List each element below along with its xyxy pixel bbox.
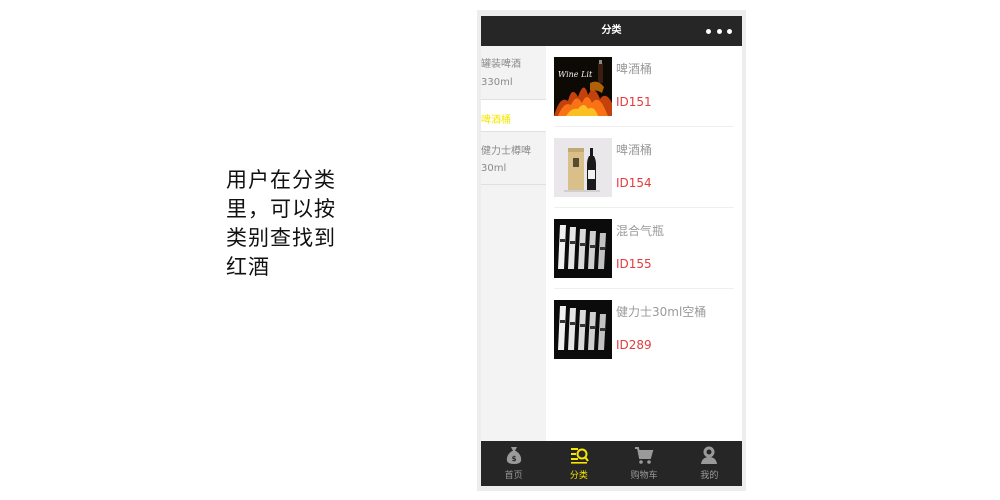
product-item[interactable]: 混合气瓶 ID155 <box>554 208 734 289</box>
product-item[interactable]: Wine Lit 啤酒桶 ID151 <box>554 46 734 127</box>
tab-label: 我的 <box>700 471 719 481</box>
more-dots-icon[interactable] <box>706 25 732 37</box>
money-bag-icon: $ <box>506 447 521 464</box>
category-list-search-icon <box>570 448 589 464</box>
product-thumbnail <box>554 219 612 278</box>
caption-line: 红酒 <box>226 255 270 279</box>
phone-frame: 分类 罐装啤酒 330ml 啤酒桶 健力士樽啤 30ml Wine Lit 啤酒… <box>477 10 746 491</box>
top-bar: 分类 <box>481 16 742 46</box>
tab-profile[interactable]: 我的 <box>677 441 742 486</box>
tab-home[interactable]: $ 首页 <box>481 441 546 486</box>
product-name: 啤酒桶 <box>616 143 653 157</box>
cart-icon <box>635 447 654 464</box>
product-id: ID155 <box>616 257 652 271</box>
product-thumbnail: Wine Lit <box>554 57 612 116</box>
sidebar-item-label: 罐装啤酒 <box>481 59 521 70</box>
svg-text:$: $ <box>511 455 516 463</box>
page-title: 分类 <box>601 25 622 36</box>
product-name: 混合气瓶 <box>616 224 665 238</box>
product-item[interactable]: 健力士30ml空桶 ID289 <box>554 289 734 369</box>
tab-label: 购物车 <box>630 471 658 481</box>
tab-label: 分类 <box>569 471 588 481</box>
category-sidebar: 罐装啤酒 330ml 啤酒桶 健力士樽啤 30ml <box>481 46 546 441</box>
sidebar-item-canned-beer[interactable]: 罐装啤酒 330ml <box>481 46 546 100</box>
bottom-tab-bar: $ 首页 分类 购物车 我的 <box>481 441 742 486</box>
product-list: Wine Lit 啤酒桶 ID151 啤酒桶 ID154 混合气瓶 ID155 … <box>546 46 742 441</box>
sidebar-item-beer-keg[interactable]: 啤酒桶 <box>481 100 546 132</box>
product-thumbnail <box>554 300 612 359</box>
tab-category[interactable]: 分类 <box>546 441 611 486</box>
product-id: ID154 <box>616 176 652 190</box>
caption-line: 里，可以按 <box>226 197 336 221</box>
tab-cart[interactable]: 购物车 <box>612 441 677 486</box>
sidebar-item-label: 啤酒桶 <box>481 115 511 126</box>
caption-line: 类别查找到 <box>226 226 336 250</box>
product-id: ID151 <box>616 95 652 109</box>
product-name: 健力士30ml空桶 <box>616 305 707 319</box>
sidebar-item-sublabel: 30ml <box>481 163 507 174</box>
svg-text:Wine Lit: Wine Lit <box>558 70 593 79</box>
product-id: ID289 <box>616 338 652 352</box>
product-thumbnail <box>554 138 612 197</box>
caption-line: 用户在分类 <box>226 168 336 192</box>
product-item[interactable]: 啤酒桶 ID154 <box>554 127 734 208</box>
product-name: 啤酒桶 <box>616 62 653 76</box>
sidebar-item-guinness[interactable]: 健力士樽啤 30ml <box>481 132 546 185</box>
caption: 用户在分类 里，可以按 类别查找到 红酒 <box>226 166 350 282</box>
phone-screen: 分类 罐装啤酒 330ml 啤酒桶 健力士樽啤 30ml Wine Lit 啤酒… <box>481 16 742 486</box>
user-icon <box>701 446 718 464</box>
sidebar-item-label: 健力士樽啤 <box>481 146 531 157</box>
sidebar-item-sublabel: 330ml <box>481 77 513 88</box>
tab-label: 首页 <box>504 471 523 481</box>
